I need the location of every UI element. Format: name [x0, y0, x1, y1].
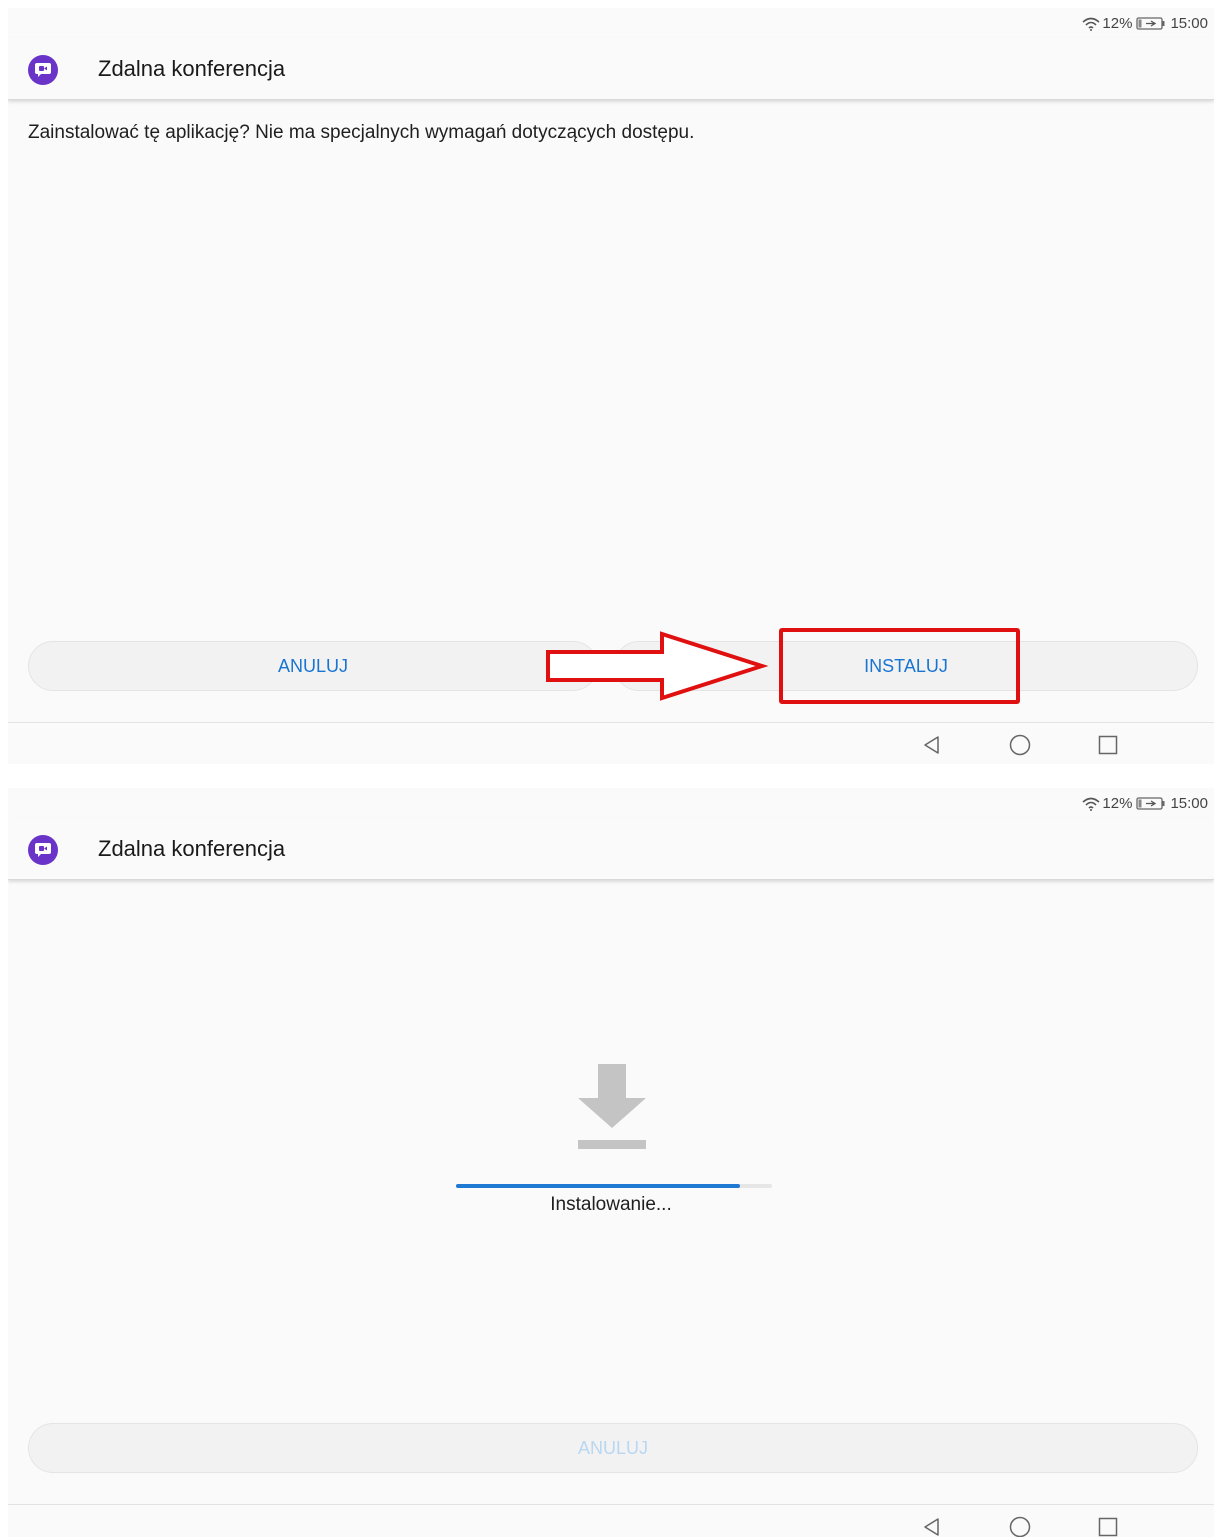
home-icon[interactable]: [976, 731, 1064, 759]
status-bar: 12% 15:00: [8, 788, 1214, 818]
video-conference-icon: [28, 835, 58, 865]
home-icon[interactable]: [976, 1513, 1064, 1537]
button-bar: ANULUJ INSTALUJ: [28, 641, 1198, 691]
status-bar: 12% 15:00: [8, 8, 1214, 38]
install-confirm-screen: 12% 15:00 Zdalna konferencja Zainstalowa…: [8, 8, 1214, 764]
battery-percent: 12%: [1102, 795, 1133, 812]
navigation-bar: [8, 722, 1214, 764]
cancel-button: ANULUJ: [28, 1423, 1198, 1473]
back-icon[interactable]: [888, 1513, 976, 1537]
video-conference-icon: [28, 55, 58, 85]
battery-percent: 12%: [1102, 15, 1133, 32]
progress-label: Instalowanie...: [550, 1194, 672, 1215]
app-bar: Zdalna konferencja: [8, 818, 1214, 880]
wifi-icon: [1082, 17, 1100, 31]
wifi-icon: [1082, 797, 1100, 811]
clock: 15:00: [1170, 795, 1208, 812]
installing-screen: 12% 15:00 Zdalna konferencja Instalowani…: [8, 788, 1214, 1537]
install-button[interactable]: INSTALUJ: [614, 641, 1198, 691]
navigation-bar: [8, 1504, 1214, 1537]
battery-charging-icon: [1136, 797, 1165, 810]
cancel-button[interactable]: ANULUJ: [28, 641, 598, 691]
app-bar: Zdalna konferencja: [8, 38, 1214, 100]
progress-bar: [456, 1184, 772, 1188]
install-progress-area: Instalowanie...: [8, 1064, 1214, 1234]
app-title: Zdalna konferencja: [98, 836, 286, 861]
progress-fill: [456, 1184, 741, 1188]
install-prompt: Zainstalować tę aplikację? Nie ma specja…: [28, 122, 695, 143]
battery-charging-icon: [1136, 17, 1165, 30]
clock: 15:00: [1170, 15, 1208, 32]
app-title: Zdalna konferencja: [98, 56, 286, 81]
button-bar: ANULUJ: [28, 1423, 1198, 1473]
download-icon: [578, 1064, 646, 1149]
recents-icon[interactable]: [1064, 731, 1152, 759]
back-icon[interactable]: [888, 731, 976, 759]
recents-icon[interactable]: [1064, 1513, 1152, 1537]
